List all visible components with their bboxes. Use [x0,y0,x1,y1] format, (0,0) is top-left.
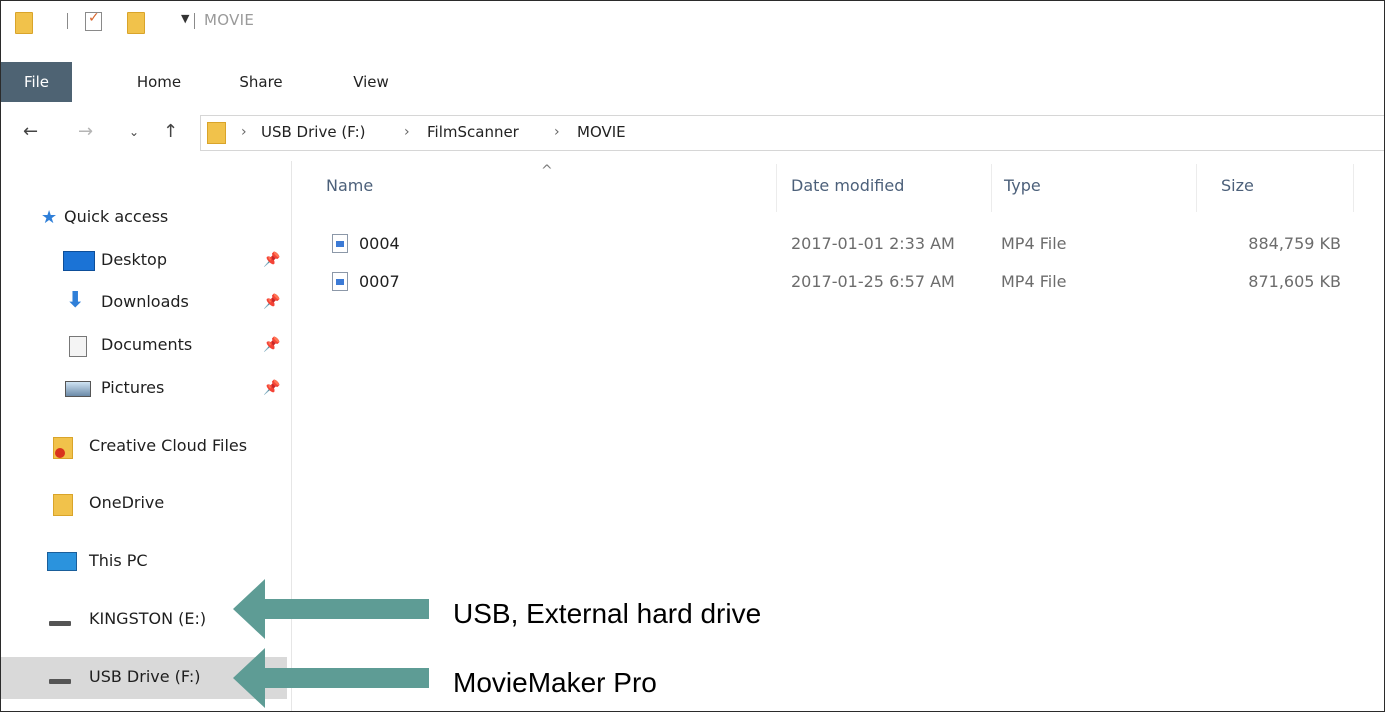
nav-onedrive[interactable]: OneDrive [11,485,286,521]
up-arrow-icon[interactable]: ↑ [163,114,178,150]
computer-icon [47,552,77,571]
properties-icon[interactable]: ✓ [85,10,102,31]
file-date-modified: 2017-01-01 2:33 AM [791,234,955,253]
folder-icon [207,122,226,144]
creative-cloud-badge-icon [55,448,65,458]
window-title: MOVIE [204,11,255,29]
divider [67,13,68,29]
column-divider[interactable] [1353,164,1354,212]
folder-icon [15,12,33,34]
pin-icon[interactable]: 📌 [263,294,280,310]
address-bar[interactable]: › USB Drive (F:) › FilmScanner › MOVIE [200,115,1384,151]
file-size: 884,759 KB [1248,234,1341,253]
documents-icon [69,336,87,357]
pin-icon[interactable]: 📌 [263,380,280,396]
tab-file[interactable]: File [1,62,72,102]
column-label: Type [1004,176,1041,195]
nav-label: This PC [89,551,148,570]
column-label: Date modified [791,176,905,195]
forward-arrow-icon[interactable]: → [78,114,93,150]
breadcrumb-movie[interactable]: MOVIE [577,123,626,141]
nav-label: Creative Cloud Files [89,436,248,455]
column-header-date-modified[interactable]: Date modified [791,164,986,209]
new-folder-icon[interactable] [127,12,145,34]
column-label: Size [1221,176,1254,195]
download-arrow-icon: ⬇ [66,288,85,313]
annotation-label-external-drive: USB, External hard drive [453,598,762,629]
video-file-icon [332,272,348,291]
desktop-icon [63,251,95,271]
customize-quick-access-dropdown-icon[interactable]: ▼ [181,12,189,25]
file-date-modified: 2017-01-25 6:57 AM [791,272,955,291]
nav-label: Desktop [101,250,167,269]
file-type: MP4 File [1001,272,1067,291]
title-bar: ✓ ▼ MOVIE [1,1,1384,41]
pin-icon[interactable]: 📌 [263,337,280,353]
file-name: 0004 [359,234,400,253]
breadcrumb-filmscanner[interactable]: FilmScanner [427,123,519,141]
file-size: 871,605 KB [1248,272,1341,291]
recent-locations-chevron-icon[interactable]: ⌄ [129,114,139,150]
column-header-name[interactable]: Name [326,164,776,209]
column-header-size[interactable]: Size [1221,164,1351,209]
back-arrow-icon[interactable]: ← [23,114,38,150]
annotation-arrow-kingston [233,579,429,639]
nav-this-pc[interactable]: This PC [11,543,286,579]
column-label: Name [326,176,374,195]
file-row[interactable]: 0007 2017-01-25 6:57 AM MP4 File 871,605… [321,268,1361,298]
drive-icon [49,621,71,626]
nav-label: Pictures [101,378,165,397]
file-type: MP4 File [1001,234,1067,253]
nav-creative-cloud[interactable]: Creative Cloud Files [11,428,286,464]
file-explorer-window: ✓ ▼ MOVIE File Home Share View ← → ⌄ ↑ ›… [0,0,1385,712]
nav-item-downloads[interactable]: ⬇ Downloads 📌 [11,284,286,320]
nav-item-pictures[interactable]: Pictures 📌 [11,370,286,406]
nav-label: OneDrive [89,493,165,512]
nav-item-documents[interactable]: Documents 📌 [11,327,286,363]
tab-view[interactable]: View [331,62,411,102]
nav-label: Downloads [101,292,189,311]
column-header-type[interactable]: Type [1004,164,1194,209]
nav-label: Quick access [64,207,169,226]
pictures-icon [65,381,91,397]
star-icon: ★ [41,207,58,228]
annotation-arrow-usb-drive [233,648,429,708]
nav-label: KINGSTON (E:) [89,609,207,628]
folder-icon [53,494,73,516]
chevron-right-icon[interactable]: › [241,124,247,140]
nav-label: Documents [101,335,193,354]
address-row: ← → ⌄ ↑ › USB Drive (F:) › FilmScanner ›… [1,114,1384,154]
file-name: 0007 [359,272,400,291]
nav-item-desktop[interactable]: Desktop 📌 [11,242,286,278]
chevron-right-icon[interactable]: › [404,124,410,140]
breadcrumb-usb-drive[interactable]: USB Drive (F:) [261,123,366,141]
file-row[interactable]: 0004 2017-01-01 2:33 AM MP4 File 884,759… [321,230,1361,260]
nav-quick-access[interactable]: ★ Quick access [11,199,286,235]
divider [194,13,195,29]
nav-label: USB Drive (F:) [89,667,201,686]
column-divider[interactable] [991,164,992,212]
ribbon-tabs: File Home Share View [1,62,1384,102]
column-divider[interactable] [776,164,777,212]
tab-home[interactable]: Home [119,62,199,102]
column-divider[interactable] [1196,164,1197,212]
video-file-icon [332,234,348,253]
annotation-label-moviemaker-pro: MovieMaker Pro [453,667,657,698]
tab-share[interactable]: Share [221,62,301,102]
drive-icon [49,679,71,684]
pin-icon[interactable]: 📌 [263,252,280,268]
chevron-right-icon[interactable]: › [554,124,560,140]
